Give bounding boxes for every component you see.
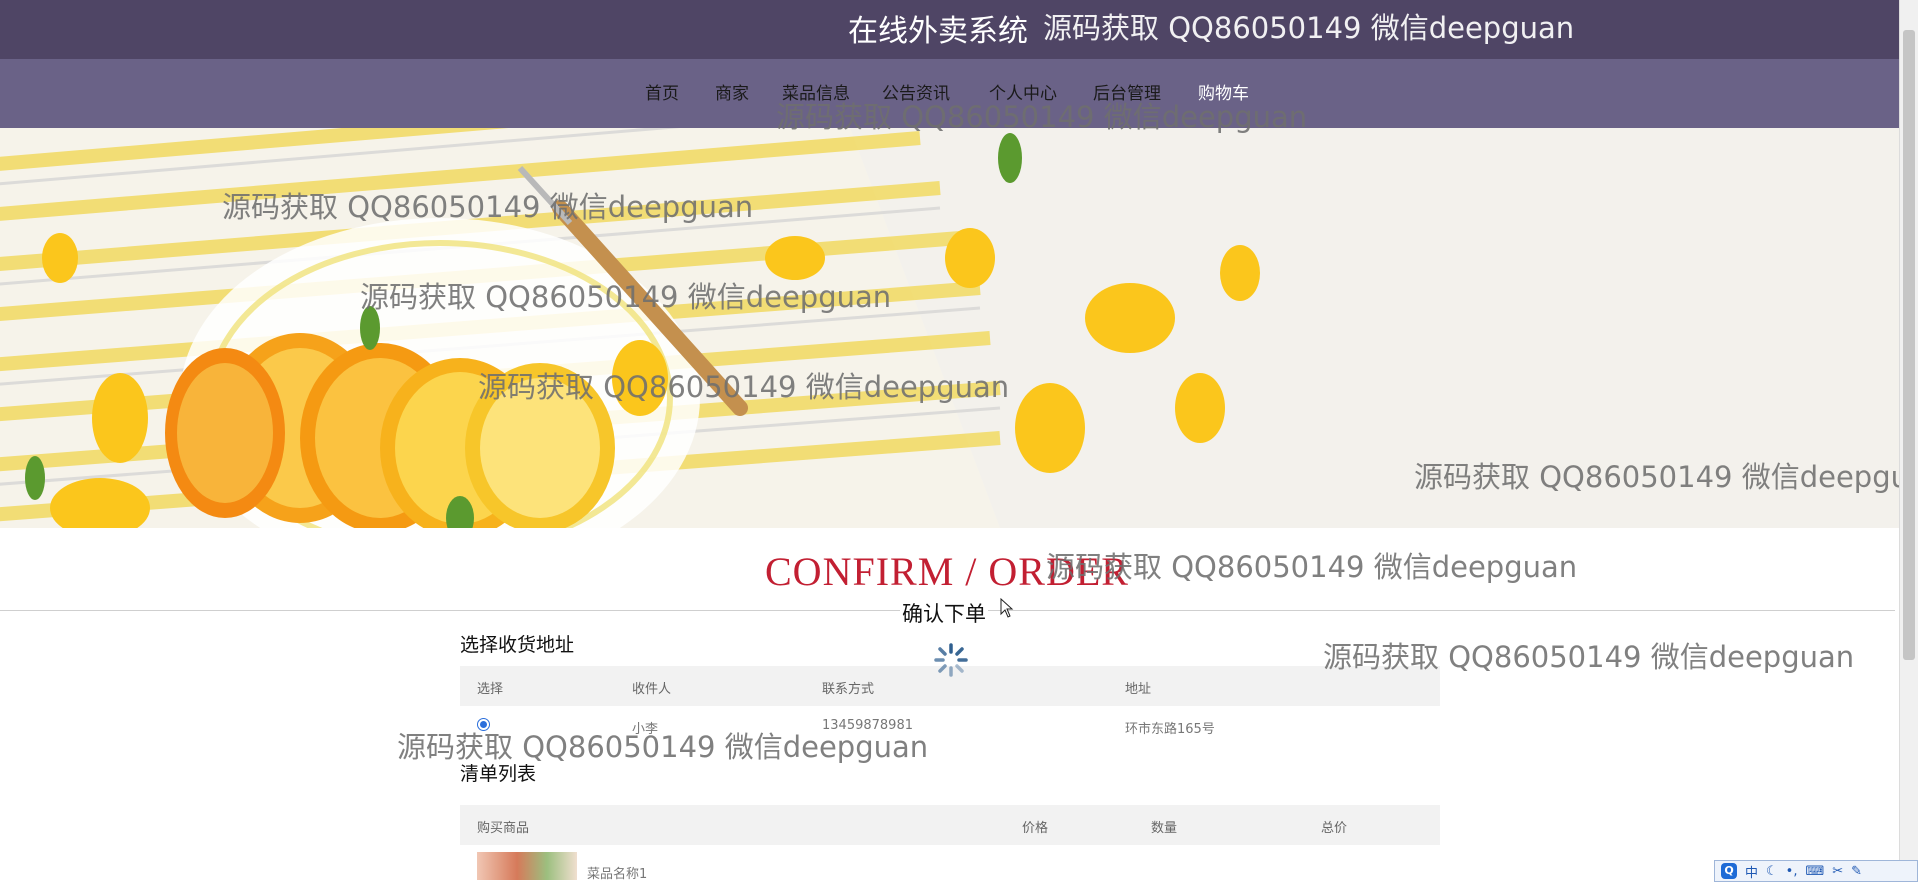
vertical-scrollbar[interactable] xyxy=(1899,0,1918,882)
header-contact: 联系方式 xyxy=(822,682,875,697)
nav-item-dishes[interactable]: 菜品信息 xyxy=(782,79,850,104)
site-title: 在线外卖系统 xyxy=(848,14,1028,49)
header-recipient: 收件人 xyxy=(632,682,672,697)
punctuation-icon[interactable]: •, xyxy=(1786,864,1798,879)
scrollbar-thumb[interactable] xyxy=(1903,30,1915,660)
dish-name: 菜品名称1 xyxy=(587,867,648,882)
search-app-icon[interactable]: Q xyxy=(1721,863,1737,879)
hero-image xyxy=(0,128,1900,528)
cart-item-row: 菜品名称1 xyxy=(460,852,1440,882)
header-quantity: 数量 xyxy=(1151,821,1178,836)
loading-spinner-icon xyxy=(934,643,968,677)
system-tray: Q 中 ☾ •, ⌨ ✂ ✎ xyxy=(1714,860,1918,882)
header-select: 选择 xyxy=(477,682,504,697)
address-row[interactable]: 小李 13459878981 环市东路165号 xyxy=(460,706,1440,746)
nav-item-profile[interactable]: 个人中心 xyxy=(989,79,1057,104)
address-section-title: 选择收货地址 xyxy=(460,634,575,656)
confirm-order-title-en: CONFIRM / ORDER xyxy=(765,549,1129,594)
nav-item-announcements[interactable]: 公告资讯 xyxy=(882,79,950,104)
cart-section-title: 清单列表 xyxy=(460,763,537,785)
mouse-cursor-icon xyxy=(1000,598,1014,618)
keyboard-icon[interactable]: ⌨ xyxy=(1805,864,1824,879)
header-total: 总价 xyxy=(1321,821,1348,836)
hero-banner xyxy=(0,128,1900,528)
address-text: 环市东路165号 xyxy=(1125,722,1215,737)
tool-icon[interactable]: ✂ xyxy=(1832,864,1843,879)
address-radio[interactable] xyxy=(477,718,490,731)
header-bar: 在线外卖系统 xyxy=(0,0,1900,59)
header-product: 购买商品 xyxy=(477,821,530,836)
nav-item-cart[interactable]: 购物车 xyxy=(1198,79,1249,104)
main-nav: 首页 商家 菜品信息 公告资讯 个人中心 后台管理 购物车 xyxy=(0,59,1900,128)
nav-item-admin[interactable]: 后台管理 xyxy=(1093,79,1161,104)
moon-icon[interactable]: ☾ xyxy=(1766,864,1778,879)
cart-table-header: 购买商品 价格 数量 总价 xyxy=(460,805,1440,845)
ime-language-indicator[interactable]: 中 xyxy=(1745,862,1758,881)
nav-item-home[interactable]: 首页 xyxy=(645,79,679,104)
dish-thumbnail xyxy=(477,852,577,880)
wrench-icon[interactable]: ✎ xyxy=(1851,864,1862,879)
header-price: 价格 xyxy=(1022,821,1049,836)
address-recipient: 小李 xyxy=(632,722,659,737)
nav-item-merchants[interactable]: 商家 xyxy=(715,79,749,104)
header-address: 地址 xyxy=(1125,682,1152,697)
address-phone: 13459878981 xyxy=(822,718,913,733)
confirm-order-title-cn: 确认下单 xyxy=(900,598,988,628)
